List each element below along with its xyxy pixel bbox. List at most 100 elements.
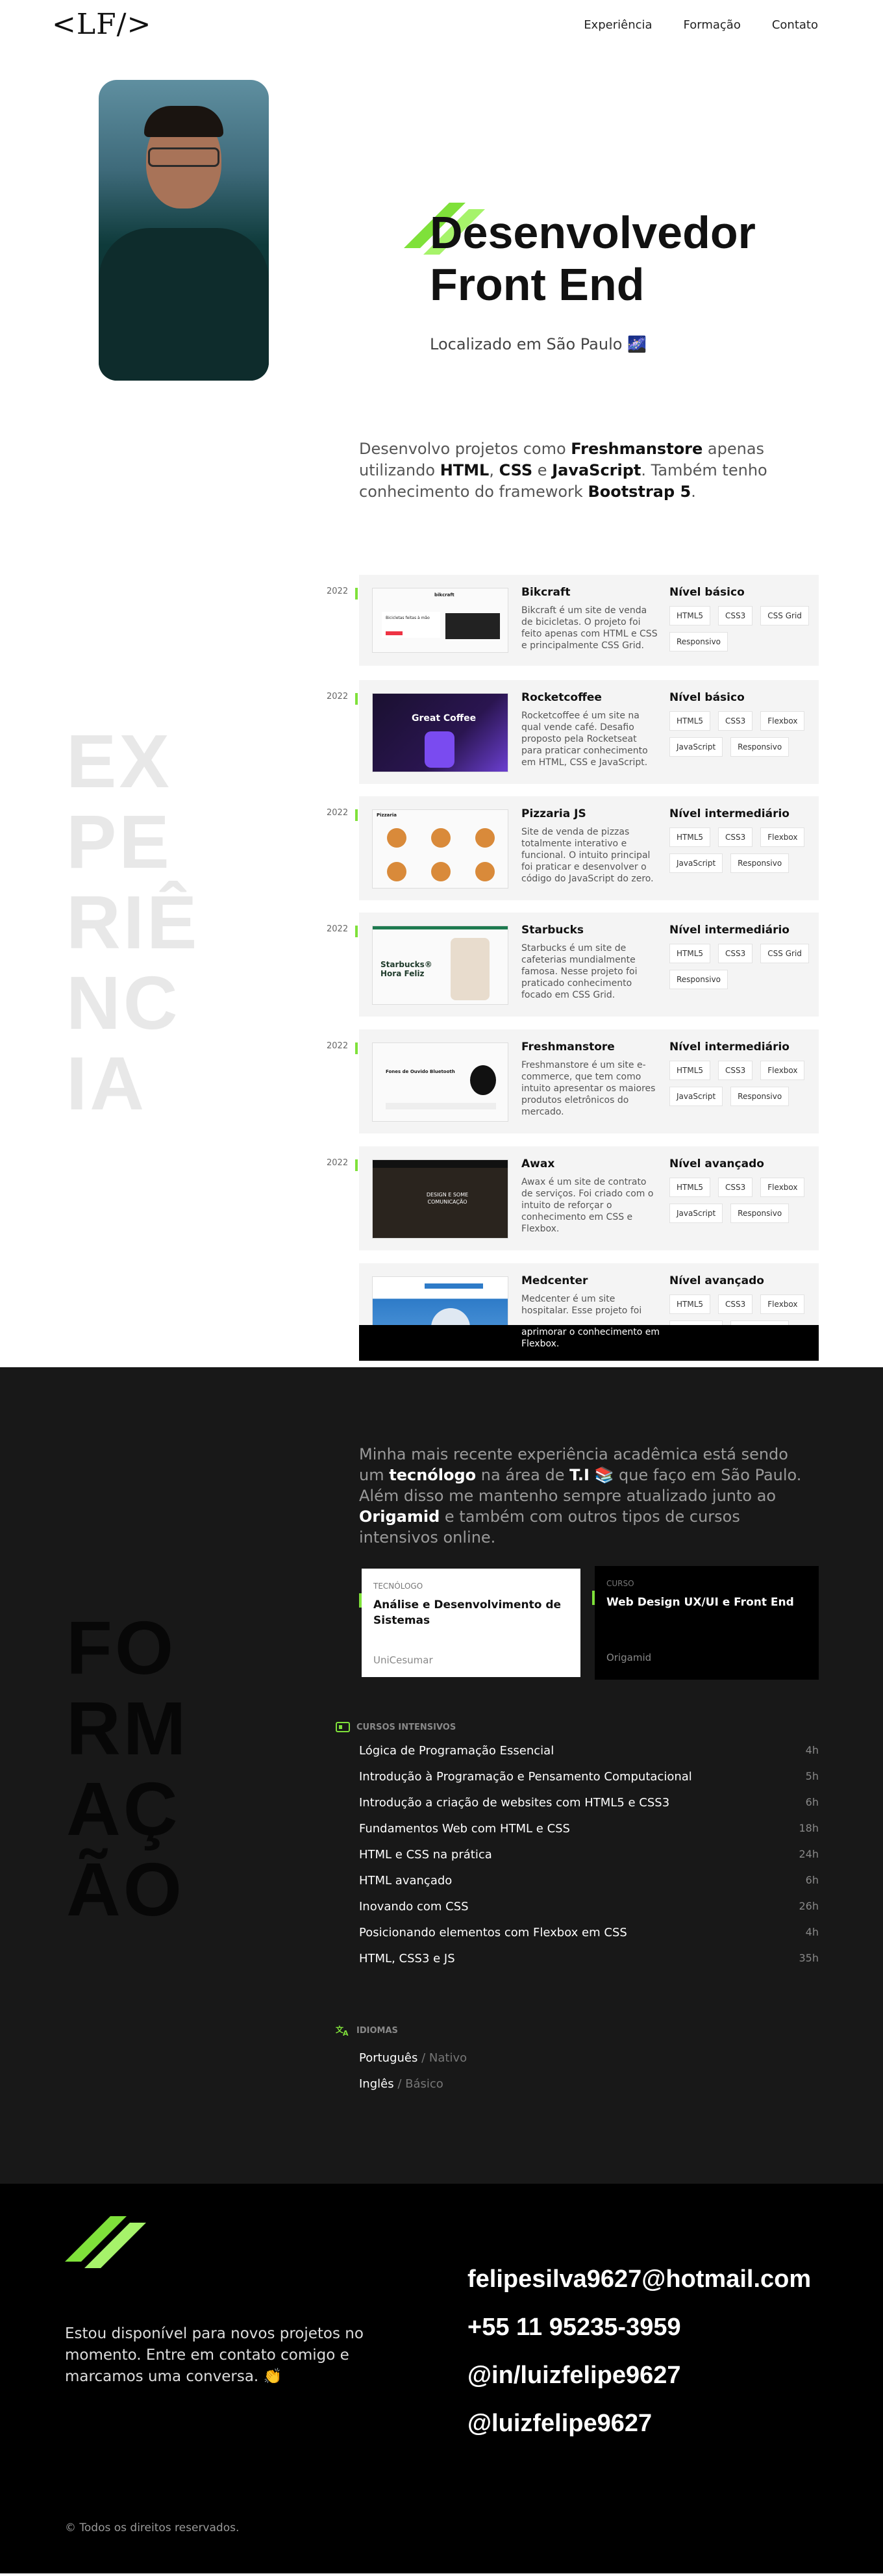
tag: CSS3	[718, 827, 753, 847]
education-institution: UniCesumar	[373, 1654, 433, 1666]
project-description: Medcenter é um site hospitalar. Esse pro…	[521, 1294, 642, 1316]
contact-links: felipesilva9627@hotmail.com +55 11 95235…	[467, 2255, 811, 2447]
project-title: Pizzaria JS	[521, 807, 586, 820]
nav-formacao[interactable]: Formação	[684, 18, 741, 32]
intro-section: Desenvolvo projetos como Freshmanstore a…	[0, 403, 883, 572]
tag: CSS3	[718, 1294, 753, 1314]
education-name: Análise e Desenvolvimento de Sistemas	[373, 1598, 562, 1627]
project-card-starbucks[interactable]: 2022 Starbucks® Hora Feliz Starbucks Sta…	[327, 913, 819, 1017]
project-description: Bikcraft é um site de venda de bicicleta…	[521, 605, 658, 651]
project-description: Freshmanstore é um site e-commerce, que …	[521, 1060, 656, 1117]
tag: HTML5	[669, 1294, 711, 1314]
tag: HTML5	[669, 711, 711, 731]
project-title: Starbucks	[521, 924, 584, 937]
course-item: Fundamentos Web com HTML e CSS 18h	[359, 1822, 819, 1836]
language-item: Inglês / Básico	[359, 2077, 443, 2091]
tag: Flexbox	[760, 711, 805, 731]
education-name: Web Design UX/UI e Front End	[606, 1596, 794, 1609]
project-thumbnail[interactable]: bikcraft Bicicletas feitas à mão	[372, 588, 508, 653]
linkedin-link[interactable]: @in/luizfelipe9627	[467, 2351, 811, 2399]
hero-location: Localizado em São Paulo 🌌	[430, 335, 647, 353]
course-item: Introdução à Programação e Pensamento Co…	[359, 1770, 819, 1784]
project-card-pizzaria[interactable]: 2022 Pizzaria Pizzaria JS Site de venda …	[327, 796, 819, 900]
course-item: Lógica de Programação Essencial 4h	[359, 1744, 819, 1758]
tag: Responsivo	[730, 1087, 790, 1106]
tag: Flexbox	[760, 1294, 805, 1314]
tag: CSS3	[718, 1178, 753, 1197]
tag: HTML5	[669, 606, 711, 625]
tag: CSS3	[718, 711, 753, 731]
tag: CSS3	[718, 944, 753, 963]
accent-mark	[355, 1042, 358, 1054]
project-card-bikcraft[interactable]: 2022 bikcraft Bicicletas feitas à mão Bi…	[327, 575, 819, 666]
project-description: Site de venda de pizzas totalmente inter…	[521, 827, 654, 884]
nav-experiencia[interactable]: Experiência	[584, 18, 652, 32]
course-item: HTML e CSS na prática 24h	[359, 1848, 819, 1862]
education-card-tecnologo[interactable]: TECNÓLOGO Análise e Desenvolvimento de S…	[359, 1566, 583, 1680]
intro-text: Desenvolvo projetos como Freshmanstore a…	[359, 440, 767, 501]
project-tags: HTML5 CSS3 Flexbox JavaScript Responsivo	[669, 711, 812, 757]
accent-mark	[355, 693, 358, 705]
language-item: Português / Nativo	[359, 2051, 467, 2065]
tag: HTML5	[669, 827, 711, 847]
project-level: Nível intermediário	[669, 924, 790, 937]
tag: CSS Grid	[760, 606, 809, 625]
course-item: Inovando com CSS 26h	[359, 1900, 819, 1913]
contact-message: Estou disponível para novos projetos no …	[65, 2325, 364, 2385]
education-type: CURSO	[606, 1579, 634, 1588]
project-description: Starbucks é um site de cafeterias mundia…	[521, 943, 638, 1000]
project-level: Nível intermediário	[669, 807, 790, 820]
project-tags: HTML5 CSS3 Flexbox JavaScript Responsivo	[669, 827, 812, 873]
site-header: <LF/> Experiência Formação Contato	[0, 0, 883, 52]
tag: CSS3	[718, 1061, 753, 1080]
project-title: Medcenter	[521, 1274, 588, 1287]
project-year: 2022	[327, 1158, 349, 1168]
tag: HTML5	[669, 1061, 711, 1080]
experience-heading: EX PE RIÊ NC IA	[66, 719, 200, 1126]
main-nav: Experiência Formação Contato	[584, 18, 818, 32]
tag: Responsivo	[730, 1204, 790, 1223]
accent-mark	[355, 588, 358, 600]
project-tags: HTML5 CSS3 CSS Grid Responsivo	[669, 606, 812, 651]
accent-mark	[355, 926, 358, 937]
education-section: FO RM AÇ ÃO Minha mais recente experiênc…	[0, 1367, 883, 2184]
project-title: Freshmanstore	[521, 1041, 615, 1054]
project-title: Awax	[521, 1157, 555, 1170]
scroll-overlay: aprimorar o conhecimento em Flexbox.	[359, 1325, 819, 1361]
project-tags: HTML5 CSS3 Flexbox JavaScript Responsivo	[669, 1061, 812, 1106]
project-card-rocketcoffee[interactable]: 2022 Great Coffee Rocketcoffee Rocketcof…	[327, 680, 819, 784]
project-level: Nível intermediário	[669, 1041, 790, 1054]
copyright: © Todos os direitos reservados.	[65, 2521, 240, 2534]
phone-link[interactable]: +55 11 95235-3959	[467, 2303, 811, 2351]
project-thumbnail[interactable]: Great Coffee	[372, 693, 508, 772]
tag: Responsivo	[669, 632, 728, 651]
education-card-curso[interactable]: CURSO Web Design UX/UI e Front End Origa…	[592, 1566, 819, 1680]
accent-stripes-icon	[65, 2216, 146, 2268]
course-item: Posicionando elementos com Flexbox em CS…	[359, 1926, 819, 1939]
project-level: Nível avançado	[669, 1274, 764, 1287]
project-year: 2022	[327, 692, 349, 701]
education-institution: Origamid	[606, 1652, 652, 1663]
courses-list: Lógica de Programação Essencial 4h Introd…	[359, 1744, 819, 1978]
nav-contato[interactable]: Contato	[772, 18, 818, 32]
languages-label: 文A IDIOMAS	[336, 2025, 398, 2036]
tag: Responsivo	[730, 853, 790, 873]
project-card-awax[interactable]: 2022 DESIGN E SOME COMUNICAÇÃO Awax Awax…	[327, 1146, 819, 1250]
project-thumbnail[interactable]: DESIGN E SOME COMUNICAÇÃO	[372, 1159, 508, 1239]
project-card-medcenter[interactable]: 2022 Medcenter Medcenter é um site hospi…	[359, 1263, 819, 1361]
project-tags: HTML5 CSS3 Flexbox JavaScript Responsivo	[669, 1178, 812, 1223]
project-thumbnail[interactable]: Fones de Ouvido Bluetooth	[372, 1042, 508, 1122]
course-item: HTML avançado 6h	[359, 1874, 819, 1888]
github-link[interactable]: @luizfelipe9627	[467, 2399, 811, 2447]
project-thumbnail[interactable]: Starbucks® Hora Feliz	[372, 926, 508, 1005]
project-thumbnail[interactable]: Pizzaria	[372, 809, 508, 889]
project-year: 2022	[327, 808, 349, 818]
logo[interactable]: <LF/>	[52, 8, 151, 41]
email-link[interactable]: felipesilva9627@hotmail.com	[467, 2255, 811, 2303]
course-item: HTML, CSS3 e JS 35h	[359, 1952, 819, 1965]
tag: CSS3	[718, 606, 753, 625]
project-year: 2022	[327, 924, 349, 934]
tag: HTML5	[669, 1178, 711, 1197]
project-card-freshmanstore[interactable]: 2022 Fones de Ouvido Bluetooth Freshmans…	[327, 1029, 819, 1133]
accent-mark	[355, 809, 358, 821]
